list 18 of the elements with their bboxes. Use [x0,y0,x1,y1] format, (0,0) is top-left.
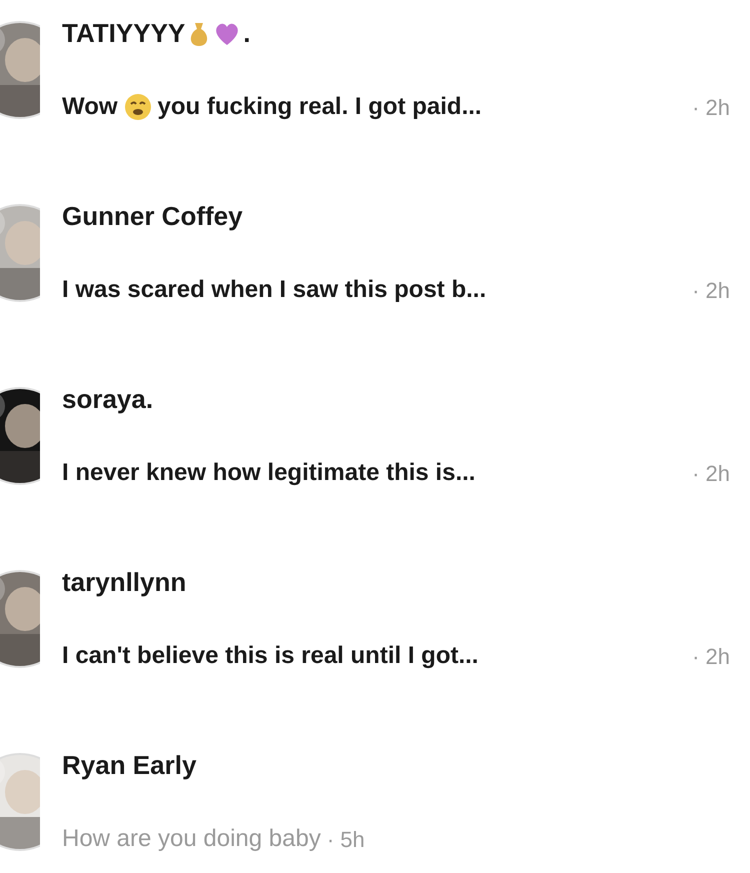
username: Ryan Early [62,749,196,782]
username: TATIYYYY [62,17,186,50]
username: tarynllynn [62,566,186,599]
timestamp: · 5h [326,826,365,854]
message-preview: I never knew how legitimate this is... [62,458,476,488]
username: Gunner Coffey [62,200,243,233]
message-preview: I was scared when I saw this post b... [62,275,486,305]
message-preview: I can't believe this is real until I got... [62,641,478,671]
timestamp: · 2h [692,94,730,122]
message-preview: How are you doing baby [62,824,321,854]
emoji-face-icon [124,93,152,121]
timestamp: · 2h [692,276,730,304]
timestamp: · 2h [692,460,730,488]
username-suffix: . [243,17,251,50]
username: soraya. [62,383,154,416]
message-preview: you fucking real. I got paid... [158,92,482,122]
message-preview: Wow [62,92,118,122]
timestamp: · 2h [692,642,730,670]
